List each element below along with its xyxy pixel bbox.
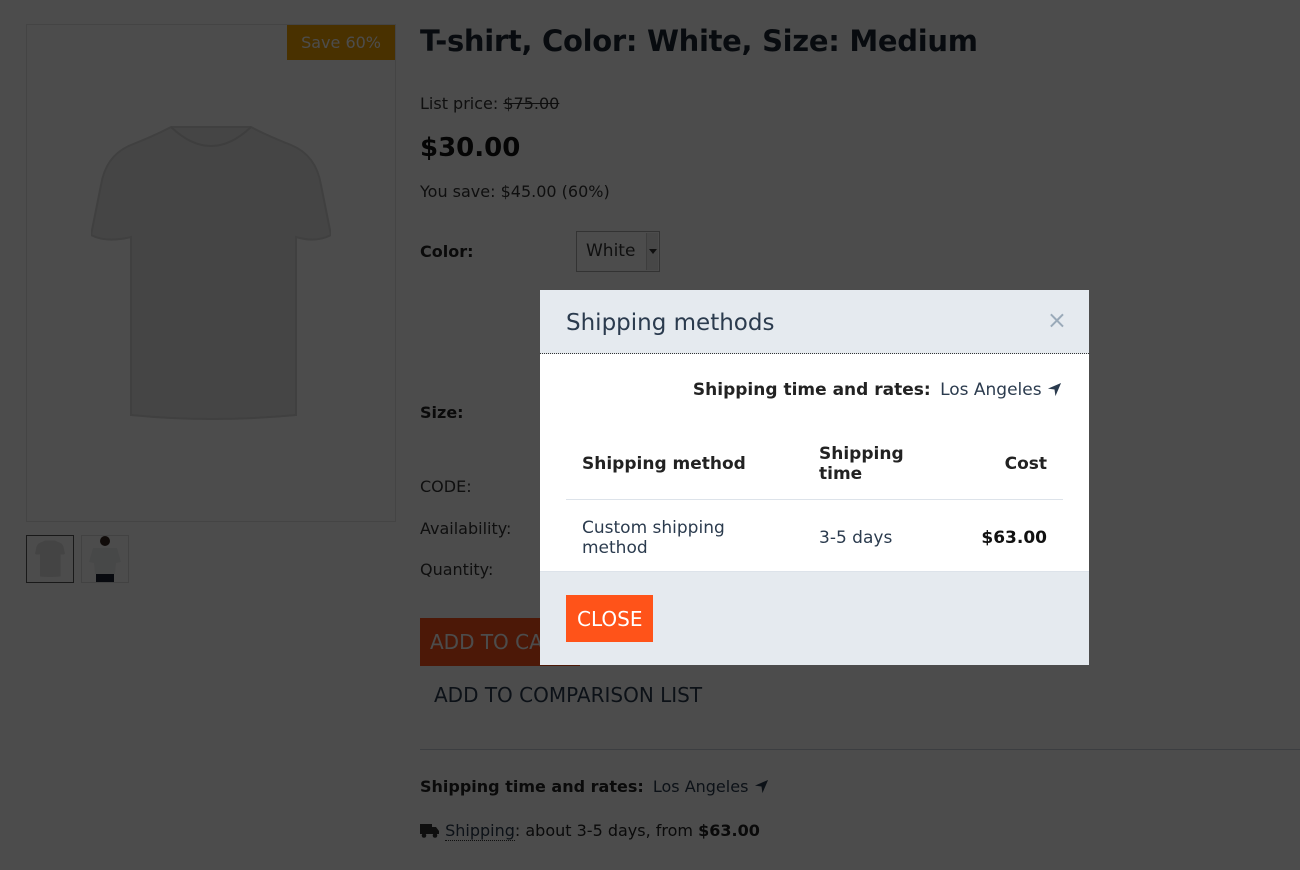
close-button[interactable]: CLOSE [566,595,654,642]
column-header-time: Shipping time [803,430,966,500]
dialog-footer: CLOSE [540,571,1089,665]
table-row: Custom shipping method 3-5 days $63.00 [566,500,1063,577]
shipping-methods-dialog: Shipping methods × Shipping time and rat… [540,290,1089,665]
dialog-header: Shipping methods × [540,290,1089,354]
close-icon[interactable]: × [1047,306,1067,334]
dialog-city-link[interactable]: Los Angeles [940,380,1042,400]
shipping-methods-table: Shipping method Shipping time Cost Custo… [566,430,1063,576]
table-header-row: Shipping method Shipping time Cost [566,430,1063,500]
shipping-time-cell: 3-5 days [819,528,893,548]
column-header-cost: Cost [965,430,1063,500]
shipping-method-cell: Custom shipping method [582,518,725,558]
shipping-cost-cell: $63.00 [981,528,1047,548]
location-arrow-icon [1047,382,1062,397]
dialog-title: Shipping methods [566,310,775,336]
dialog-rates-label: Shipping time and rates: [692,380,931,400]
dialog-shipping-rates: Shipping time and rates: Los Angeles [693,380,1062,400]
column-header-method: Shipping method [566,430,803,500]
